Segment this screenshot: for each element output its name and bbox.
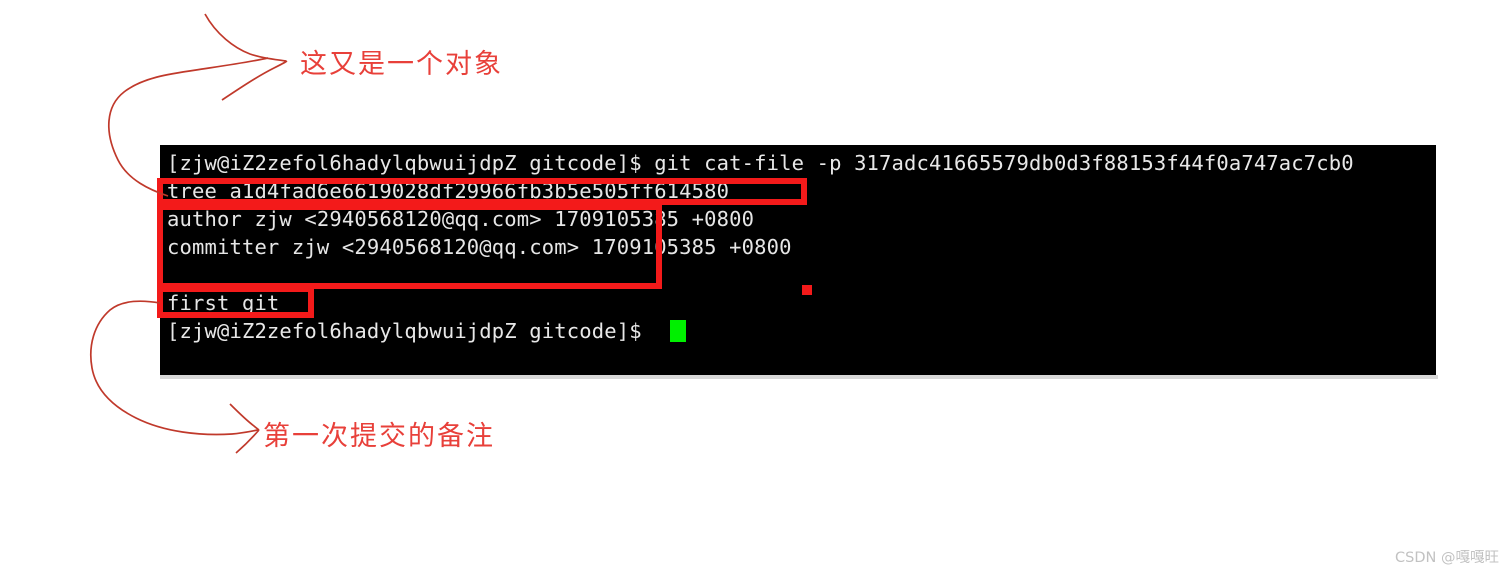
- terminal-command-line: [zjw@iZ2zefol6hadylqbwuijdpZ gitcode]$ g…: [167, 149, 1354, 177]
- top-arrow-head-lower: [221, 60, 288, 101]
- bottom-arrow-head-lower: [235, 429, 260, 454]
- bottom-arrow-head-upper: [229, 403, 260, 431]
- terminal-prompt-line: [zjw@iZ2zefol6hadylqbwuijdpZ gitcode]$: [167, 317, 642, 345]
- annotation-label-bottom: 第一次提交的备注: [263, 421, 495, 452]
- terminal-cursor: [670, 320, 686, 342]
- top-arrow-curve-upper: [204, 13, 287, 62]
- red-dot-marker: [802, 285, 812, 295]
- highlight-box-commit-message: [157, 286, 314, 318]
- highlight-box-tree-line: [157, 178, 807, 205]
- csdn-watermark: CSDN @嘎嘎旺: [1395, 550, 1499, 566]
- shell-prompt: [zjw@iZ2zefol6hadylqbwuijdpZ gitcode]$: [167, 151, 642, 175]
- terminal-bottom-shadow: [160, 375, 1438, 379]
- shell-prompt-trailing: [zjw@iZ2zefol6hadylqbwuijdpZ gitcode]$: [167, 319, 642, 343]
- command-text: git cat-file -p 317adc41665579db0d3f8815…: [641, 151, 1354, 175]
- highlight-box-author-committer: [157, 204, 662, 289]
- annotation-label-top: 这又是一个对象: [300, 49, 503, 80]
